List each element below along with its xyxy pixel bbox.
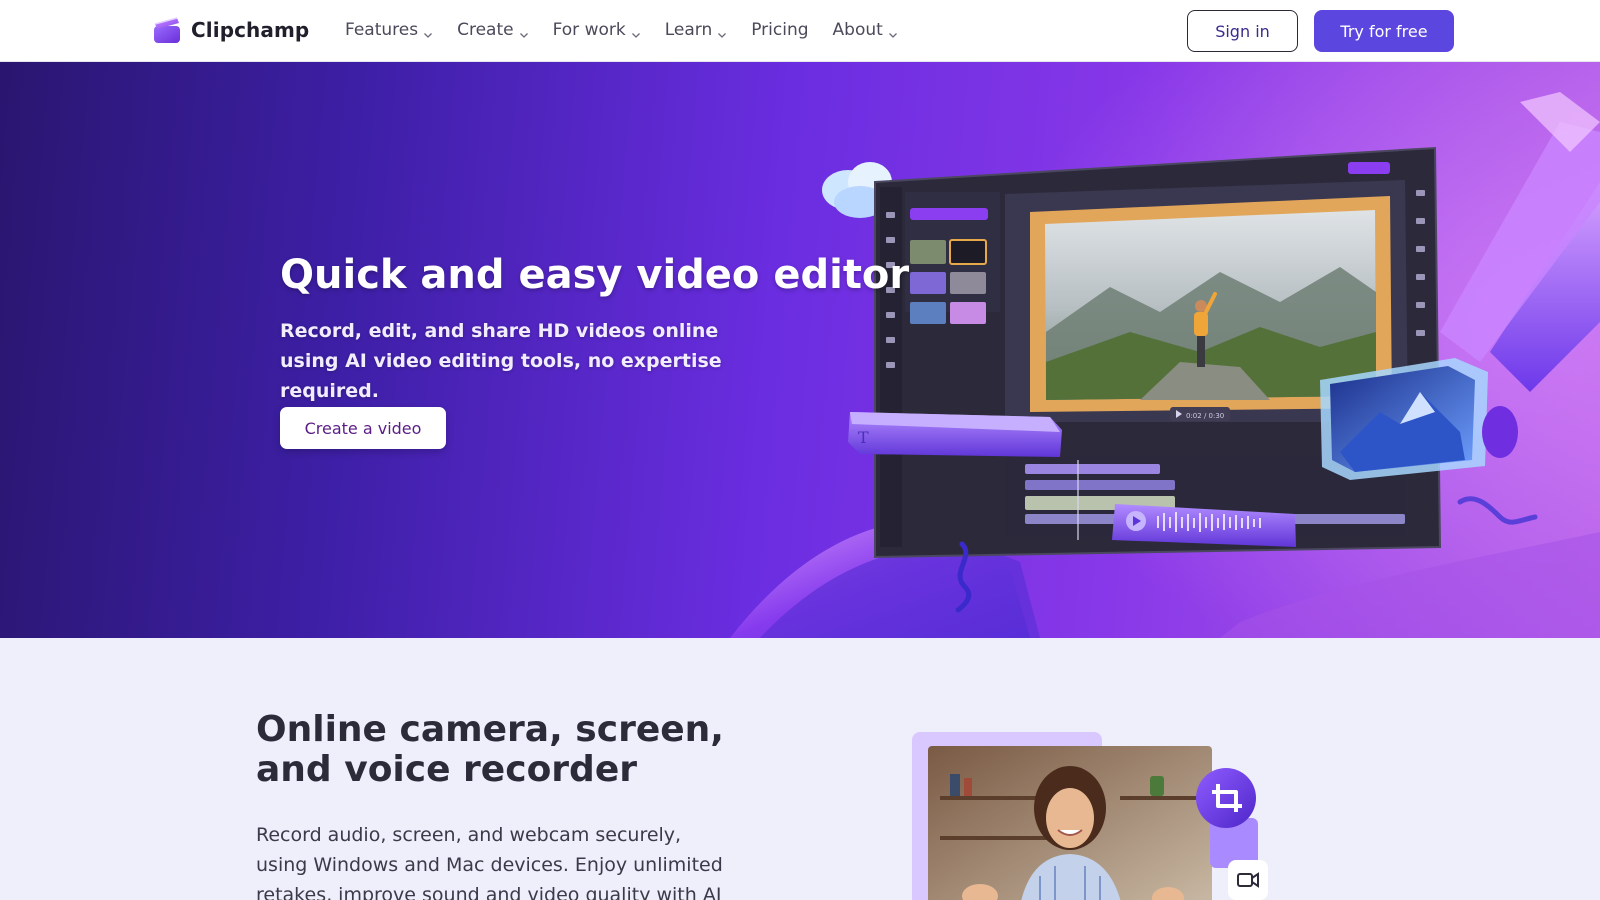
try-for-free-button[interactable]: Try for free	[1314, 10, 1454, 52]
hero-title: Quick and easy video editor	[280, 252, 910, 298]
nav-item-pricing[interactable]: Pricing	[751, 20, 808, 40]
nav-item-label: Features	[345, 20, 419, 40]
create-video-button[interactable]: Create a video	[280, 407, 446, 449]
chevron-down-icon	[423, 25, 433, 38]
brand-logo-link[interactable]: Clipchamp	[152, 15, 309, 45]
nav-item-label: Learn	[664, 20, 713, 40]
nav-item-label: For work	[552, 20, 626, 40]
nav-item-about[interactable]: About	[833, 20, 898, 40]
chevron-down-icon	[631, 25, 641, 38]
clipchamp-logo-icon	[152, 15, 182, 45]
recorder-section-title: Online camera, screen, and voice recorde…	[256, 709, 724, 790]
brand-name: Clipchamp	[191, 18, 310, 42]
chevron-down-icon	[519, 25, 529, 38]
hero-section: 0:02 / 0:30 T Quick and easy video edito…	[0, 62, 1600, 638]
hero-subtitle: Record, edit, and share HD videos online…	[280, 320, 722, 402]
editor-timecode: 0:02 / 0:30	[1186, 412, 1224, 420]
text-icon: T	[858, 428, 869, 447]
text-clip-3d: T	[848, 412, 1062, 457]
recorder-section: Online camera, screen, and voice recorde…	[0, 638, 1600, 900]
recorder-section-body: Record audio, screen, and webcam securel…	[256, 824, 723, 900]
chevron-down-icon	[717, 25, 727, 38]
photo-tile-3d	[1320, 358, 1518, 480]
sign-in-button[interactable]: Sign in	[1187, 10, 1298, 52]
site-header: Clipchamp Features Create For work Learn	[0, 0, 1600, 62]
nav-item-features[interactable]: Features	[345, 20, 433, 40]
nav-item-for-work[interactable]: For work	[553, 20, 641, 40]
chevron-down-icon	[888, 25, 898, 38]
nav-item-label: Create	[457, 20, 514, 40]
nav-item-label: Pricing	[751, 20, 809, 40]
camera-icon	[1228, 860, 1268, 900]
webcam-recording-illustration	[912, 732, 1268, 900]
nav-item-create[interactable]: Create	[457, 20, 529, 40]
main-nav: Features Create For work Learn Pricing A…	[345, 20, 922, 40]
nav-item-label: About	[832, 20, 883, 40]
hero-editor-illustration: 0:02 / 0:30 T	[730, 92, 1600, 638]
nav-item-learn[interactable]: Learn	[665, 20, 728, 40]
